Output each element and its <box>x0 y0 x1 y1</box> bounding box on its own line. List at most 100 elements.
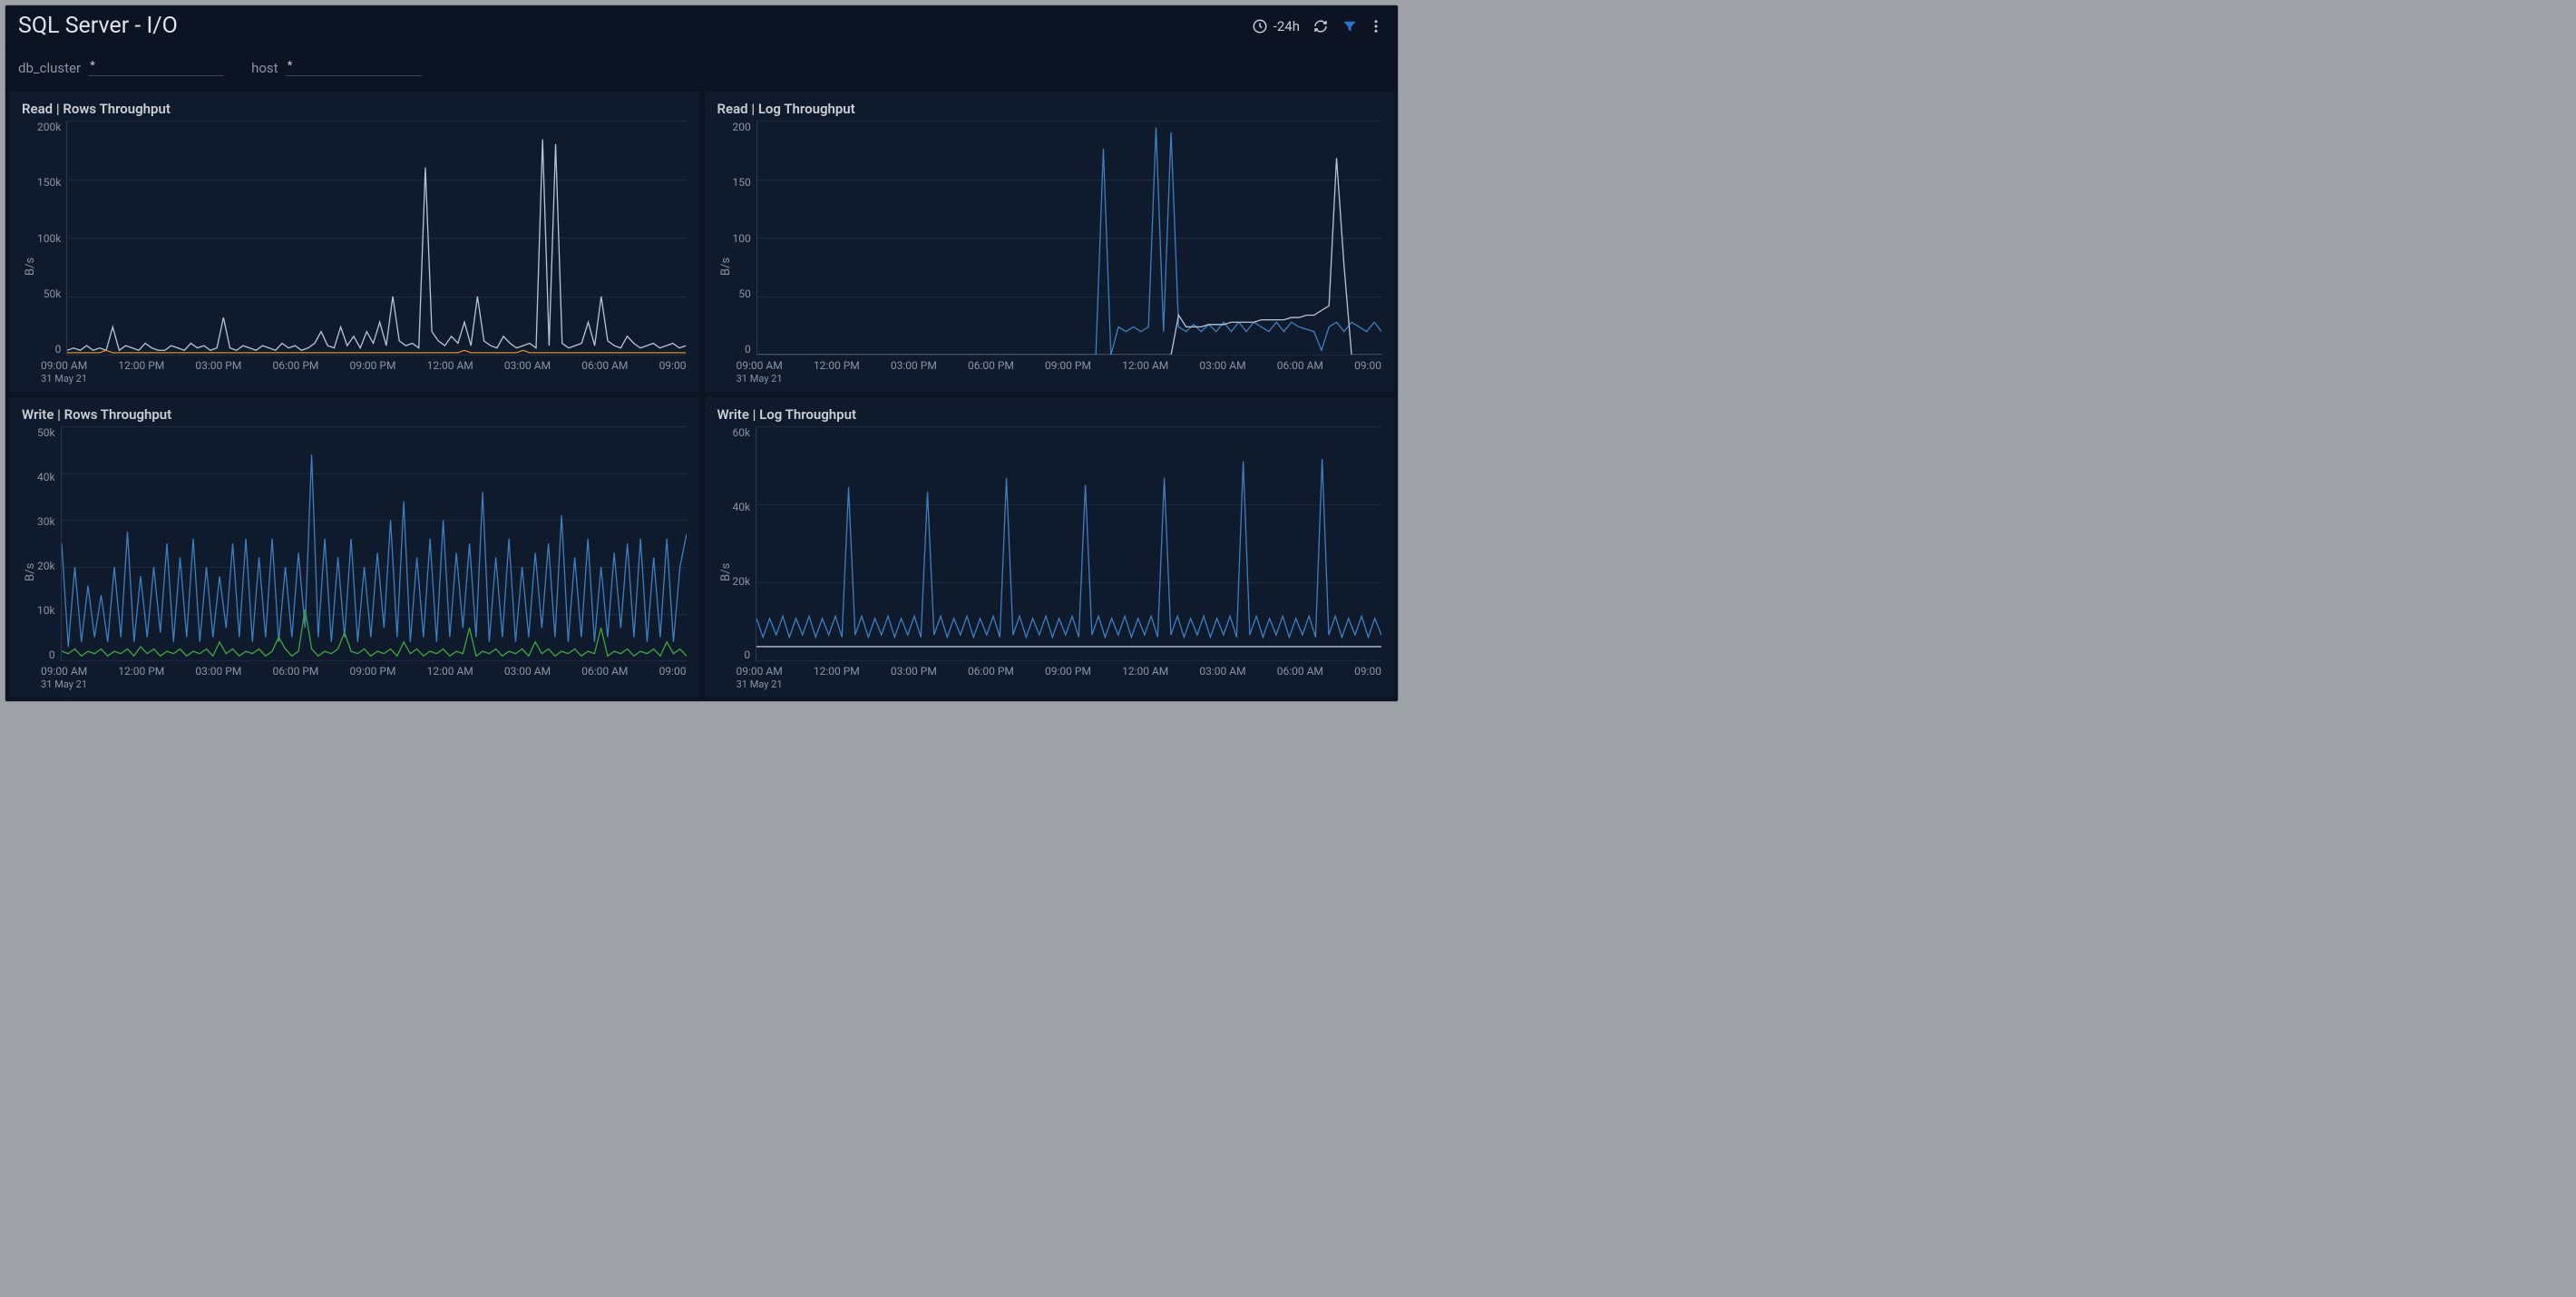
y-tick-label: 30k <box>37 515 55 528</box>
x-tick-label: 12:00 AM <box>1122 359 1168 372</box>
x-tick-label: 09:00 PM <box>1045 665 1091 678</box>
x-tick: 03:00 AM <box>504 359 551 385</box>
y-tick-label: 0 <box>55 343 62 356</box>
x-tick-label: 12:00 PM <box>814 665 860 678</box>
x-tick: 06:00 PM <box>968 665 1014 690</box>
x-tick-label: 09:00 AM <box>737 665 783 678</box>
x-tick-label: 09:00 <box>659 665 687 678</box>
more-menu-icon[interactable] <box>1371 18 1381 34</box>
chart-plot-area[interactable] <box>756 426 1381 661</box>
chart-title: Read | Log Throughput <box>717 101 1382 117</box>
y-axis-label: B/s <box>717 426 733 690</box>
x-tick: 12:00 PM <box>814 359 860 385</box>
x-tick-label: 03:00 AM <box>504 665 551 678</box>
x-tick-label: 12:00 PM <box>118 359 164 372</box>
topbar: SQL Server - I/O -24h <box>5 5 1398 47</box>
chart-panel-write_log: Write | Log ThroughputB/s60k40k20k009:00… <box>705 397 1395 697</box>
x-tick: 12:00 AM <box>1122 359 1168 385</box>
x-tick: 03:00 PM <box>891 359 937 385</box>
x-tick-label: 03:00 PM <box>891 665 937 678</box>
x-tick: 06:00 AM <box>1277 665 1323 690</box>
x-tick-label: 03:00 AM <box>1199 665 1245 678</box>
x-tick-label: 03:00 AM <box>1199 359 1245 372</box>
x-tick-label: 03:00 PM <box>195 665 241 678</box>
x-tick: 09:00 <box>1354 359 1381 385</box>
x-tick: 03:00 AM <box>504 665 551 690</box>
chart-panel-read_rows: Read | Rows ThroughputB/s200k150k100k50k… <box>9 92 699 392</box>
y-tick-label: 0 <box>745 343 751 356</box>
x-tick-sublabel: 31 May 21 <box>41 678 87 690</box>
x-tick: 09:00 <box>1354 665 1381 690</box>
x-tick: 12:00 PM <box>118 665 164 690</box>
filter-input-db-cluster[interactable] <box>88 56 224 76</box>
x-tick-label: 12:00 AM <box>427 665 473 678</box>
x-tick: 03:00 AM <box>1199 665 1245 690</box>
y-tick-label: 150 <box>733 176 751 189</box>
time-range-picker[interactable]: -24h <box>1252 18 1300 34</box>
x-tick: 12:00 AM <box>1122 665 1168 690</box>
filter-db-cluster: db_cluster <box>18 56 224 76</box>
x-tick-label: 12:00 PM <box>118 665 164 678</box>
x-tick: 09:00 PM <box>1045 359 1091 385</box>
x-tick: 09:00 AM31 May 21 <box>737 359 783 385</box>
y-tick-label: 100 <box>733 232 751 245</box>
x-tick: 09:00 <box>659 665 687 690</box>
y-tick-label: 50k <box>44 288 62 300</box>
x-axis: 09:00 AM31 May 21 12:00 PM 03:00 PM 06:00 P… <box>733 661 1382 690</box>
x-tick-label: 06:00 AM <box>581 665 628 678</box>
x-tick: 06:00 AM <box>581 359 628 385</box>
x-tick-sublabel: 31 May 21 <box>41 373 87 385</box>
x-tick: 03:00 PM <box>195 665 241 690</box>
chart-plot-area[interactable] <box>756 121 1381 356</box>
x-tick: 09:00 AM31 May 21 <box>737 665 783 690</box>
x-tick-sublabel: 31 May 21 <box>737 678 783 690</box>
filter-icon[interactable] <box>1342 18 1358 34</box>
x-tick-label: 09:00 PM <box>350 359 396 372</box>
chart-plot-area[interactable] <box>66 121 686 356</box>
refresh-icon[interactable] <box>1312 18 1329 34</box>
chart-panel-read_log: Read | Log ThroughputB/s20015010050009:0… <box>705 92 1395 392</box>
y-axis: 50k40k30k20k10k0 <box>37 426 61 661</box>
topbar-controls: -24h <box>1252 18 1381 34</box>
y-axis: 200k150k100k50k0 <box>37 121 66 356</box>
y-axis: 60k40k20k0 <box>733 426 756 661</box>
chart-title: Read | Rows Throughput <box>22 101 687 117</box>
x-tick-label: 09:00 AM <box>41 665 87 678</box>
x-tick-label: 12:00 PM <box>814 359 860 372</box>
x-tick: 09:00 AM31 May 21 <box>41 665 87 690</box>
y-tick-label: 0 <box>49 648 55 661</box>
y-tick-label: 0 <box>744 648 750 661</box>
chart-title: Write | Rows Throughput <box>22 406 687 423</box>
page-title: SQL Server - I/O <box>18 13 178 39</box>
filter-input-host[interactable] <box>286 56 422 76</box>
y-axis-label: B/s <box>22 426 37 690</box>
x-tick-label: 09:00 <box>1354 665 1381 678</box>
y-tick-label: 10k <box>37 604 55 617</box>
x-tick-label: 06:00 PM <box>968 665 1014 678</box>
x-tick-label: 12:00 AM <box>1122 665 1168 678</box>
clock-icon <box>1252 18 1268 34</box>
x-tick: 06:00 PM <box>968 359 1014 385</box>
x-tick-label: 09:00 AM <box>41 359 87 372</box>
chart-grid: Read | Rows ThroughputB/s200k150k100k50k… <box>5 88 1398 701</box>
x-tick: 09:00 PM <box>350 359 396 385</box>
x-tick: 03:00 AM <box>1199 359 1245 385</box>
x-tick-label: 06:00 AM <box>1277 665 1323 678</box>
x-axis: 09:00 AM31 May 2112:00 PM03:00 PM06:00 P… <box>37 661 687 690</box>
y-tick-label: 40k <box>37 471 55 483</box>
x-tick: 12:00 PM <box>814 665 860 690</box>
dashboard-app: SQL Server - I/O -24h <box>5 5 1398 701</box>
x-tick-label: 06:00 PM <box>968 359 1014 372</box>
filter-label: host <box>251 60 278 76</box>
x-tick-label: 03:00 AM <box>504 359 551 372</box>
x-tick-label: 09:00 <box>659 359 687 372</box>
x-tick-label: 09:00 <box>1354 359 1381 372</box>
x-tick-sublabel: 31 May 21 <box>737 373 783 385</box>
x-tick: 12:00 AM <box>427 359 473 385</box>
y-axis-label: B/s <box>717 121 733 385</box>
chart-plot-area[interactable] <box>61 426 687 661</box>
x-tick-label: 03:00 PM <box>891 359 937 372</box>
x-axis: 09:00 AM31 May 21 12:00 PM 03:00 PM 06:00 P… <box>733 356 1382 385</box>
series-rows-read-pale <box>67 140 686 351</box>
y-tick-label: 20k <box>37 560 55 572</box>
